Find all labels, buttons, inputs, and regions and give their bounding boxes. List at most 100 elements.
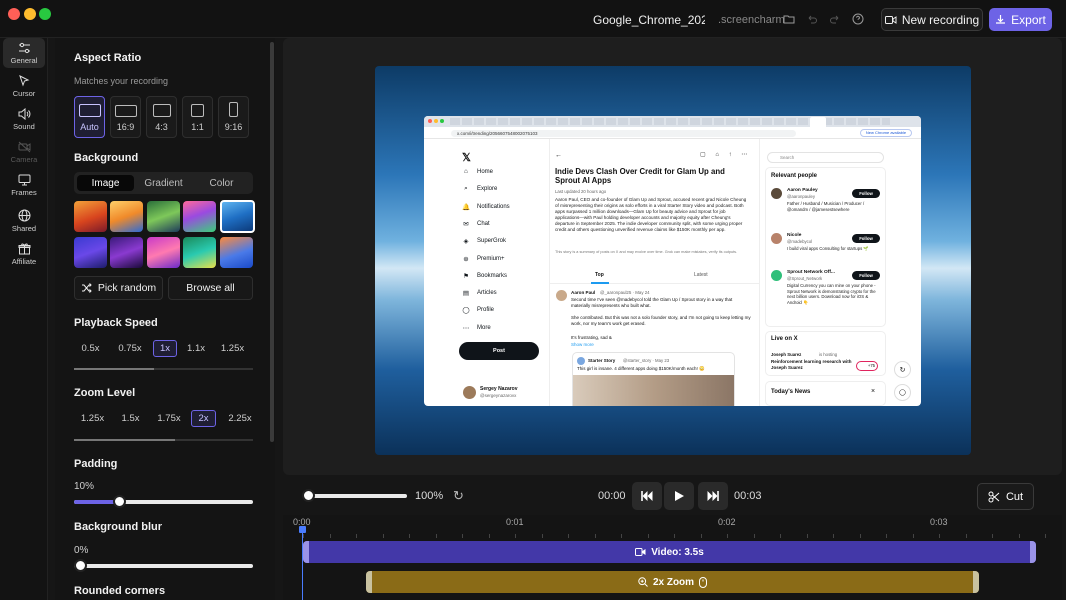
- shuffle-icon: [81, 283, 92, 293]
- speed-0-5x[interactable]: 0.5x: [74, 340, 107, 357]
- aspect-auto[interactable]: Auto: [74, 96, 105, 138]
- bg-tab-image[interactable]: Image: [77, 175, 134, 191]
- video-clip-handle-left[interactable]: [303, 541, 309, 563]
- skip-back-button[interactable]: [632, 482, 662, 510]
- play-icon: [674, 491, 684, 501]
- aspect-16-9[interactable]: 16:9: [110, 96, 141, 138]
- wallpaper-thumb[interactable]: [74, 237, 107, 268]
- aspect-4-3[interactable]: 4:3: [146, 96, 177, 138]
- wallpaper-thumb[interactable]: [74, 201, 107, 232]
- padding-slider[interactable]: [74, 495, 253, 508]
- nav-affiliate[interactable]: Affiliate: [3, 239, 45, 269]
- timeline-tick: [409, 534, 410, 538]
- speed-1x[interactable]: 1x: [153, 340, 177, 357]
- new-recording-button[interactable]: New recording: [881, 8, 983, 31]
- quote-text: This girl is insane. 4 different apps do…: [577, 366, 705, 371]
- redo-icon[interactable]: [826, 10, 844, 28]
- cut-button[interactable]: Cut: [977, 483, 1034, 510]
- zoom-1-25x[interactable]: 1.25x: [74, 410, 111, 427]
- speed-scroll-track[interactable]: [74, 368, 253, 370]
- wallpaper-thumb[interactable]: [183, 237, 216, 268]
- timeline-tick: [727, 534, 728, 538]
- wallpaper-thumb[interactable]: [147, 201, 180, 232]
- pick-random-button[interactable]: Pick random: [74, 276, 163, 300]
- timeline-tick: [754, 534, 755, 538]
- video-preview[interactable]: x.com/i/trending/2056607548002075103 New…: [375, 66, 971, 455]
- zoom-1-75x[interactable]: 1.75x: [151, 410, 187, 427]
- zoom-2x[interactable]: 2x: [191, 410, 216, 427]
- speed-1-25x[interactable]: 1.25x: [215, 340, 250, 357]
- browser-address-bar: x.com/i/trending/2056607548002075103 New…: [424, 127, 921, 139]
- wallpaper-thumb[interactable]: [220, 237, 253, 268]
- timeline-tick: [568, 534, 569, 538]
- timeline-tick: [648, 534, 649, 538]
- x-nav-icon: ⊛: [463, 255, 469, 263]
- timeline-tick: [886, 534, 887, 538]
- zoom-window-button[interactable]: [39, 8, 51, 20]
- total-time: 00:03: [734, 490, 762, 502]
- minimize-window-button[interactable]: [24, 8, 36, 20]
- export-button[interactable]: Export: [989, 8, 1052, 31]
- preview-zoom-knob[interactable]: [302, 489, 315, 502]
- zoom-clip-handle-right[interactable]: [973, 571, 979, 593]
- speed-0-75x[interactable]: 0.75x: [113, 340, 147, 357]
- timeline-tick: [674, 534, 675, 538]
- gift-icon: [18, 243, 30, 255]
- x-nav-icon: ◯: [462, 307, 470, 315]
- nav-shared[interactable]: Shared: [3, 206, 45, 236]
- background-blur-slider[interactable]: [74, 559, 253, 572]
- x-nav-label: Explore: [477, 186, 498, 193]
- background-blur-knob[interactable]: [74, 559, 87, 572]
- nav-camera[interactable]: Camera: [3, 137, 45, 167]
- wallpaper-thumb[interactable]: [147, 237, 180, 268]
- nav-frames[interactable]: Frames: [3, 170, 45, 200]
- x-nav-icon: 🔔: [462, 203, 471, 211]
- nav-cursor[interactable]: Cursor: [3, 71, 45, 101]
- app-window: Google_Chrome_2026-0 .screencharm New re…: [0, 0, 1066, 600]
- bg-tab-color[interactable]: Color: [193, 175, 250, 191]
- tweet-author: Aaron Paul: [571, 290, 596, 295]
- wallpaper-thumb-selected[interactable]: [220, 200, 255, 233]
- aspect-9-16[interactable]: 9:16: [218, 96, 249, 138]
- zoom-clip[interactable]: 2x Zoom: [366, 571, 979, 593]
- wallpaper-thumb[interactable]: [110, 201, 143, 232]
- browse-all-button[interactable]: Browse all: [168, 276, 253, 300]
- avatar: [771, 188, 782, 199]
- skip-forward-button[interactable]: [698, 482, 728, 510]
- zoom-2-25x[interactable]: 2.25x: [222, 410, 258, 427]
- document-title[interactable]: Google_Chrome_2026-0: [593, 13, 705, 27]
- reset-zoom-icon[interactable]: ↻: [453, 489, 467, 503]
- zoom-scroll-track[interactable]: [74, 439, 253, 441]
- help-icon[interactable]: [849, 10, 867, 28]
- nav-sound[interactable]: Sound: [3, 104, 45, 134]
- folder-icon[interactable]: [780, 10, 798, 28]
- play-button[interactable]: [664, 482, 694, 510]
- timeline-tick-label: 0:02: [718, 517, 736, 527]
- close-window-button[interactable]: [8, 8, 20, 20]
- video-clip[interactable]: Video: 3.5s: [303, 541, 1036, 563]
- wallpaper-thumb[interactable]: [183, 201, 216, 232]
- nav-frames-label: Frames: [11, 187, 37, 197]
- wallpaper-thumb[interactable]: [110, 237, 143, 268]
- undo-icon[interactable]: [803, 10, 821, 28]
- nav-general[interactable]: General: [3, 38, 45, 68]
- timeline-tick: [356, 534, 357, 538]
- aspect-ratio-title: Aspect Ratio: [74, 52, 142, 64]
- panel-scrollbar[interactable]: [270, 42, 274, 442]
- padding-slider-knob[interactable]: [113, 495, 126, 508]
- playhead[interactable]: [299, 526, 306, 600]
- live-host: Joseph Suarez: [771, 352, 802, 357]
- preview-zoom-slider[interactable]: [302, 489, 407, 502]
- zoom-clip-handle-left[interactable]: [366, 571, 372, 593]
- bg-tab-gradient[interactable]: Gradient: [135, 175, 192, 191]
- aspect-1-1[interactable]: 1:1: [182, 96, 213, 138]
- x-tab-top: Top: [595, 272, 604, 278]
- zoom-1-5x[interactable]: 1.5x: [116, 410, 145, 427]
- video-clip-handle-right[interactable]: [1030, 541, 1036, 563]
- cut-label: Cut: [1005, 490, 1024, 503]
- x-user-name: Sergey Nazarov: [480, 386, 518, 392]
- new-chrome-badge: New Chrome available: [860, 129, 912, 137]
- speed-1-1x[interactable]: 1.1x: [183, 340, 209, 357]
- live-host-tag: is hosting: [819, 352, 838, 357]
- title-bar: Google_Chrome_2026-0 .screencharm New re…: [0, 0, 1066, 38]
